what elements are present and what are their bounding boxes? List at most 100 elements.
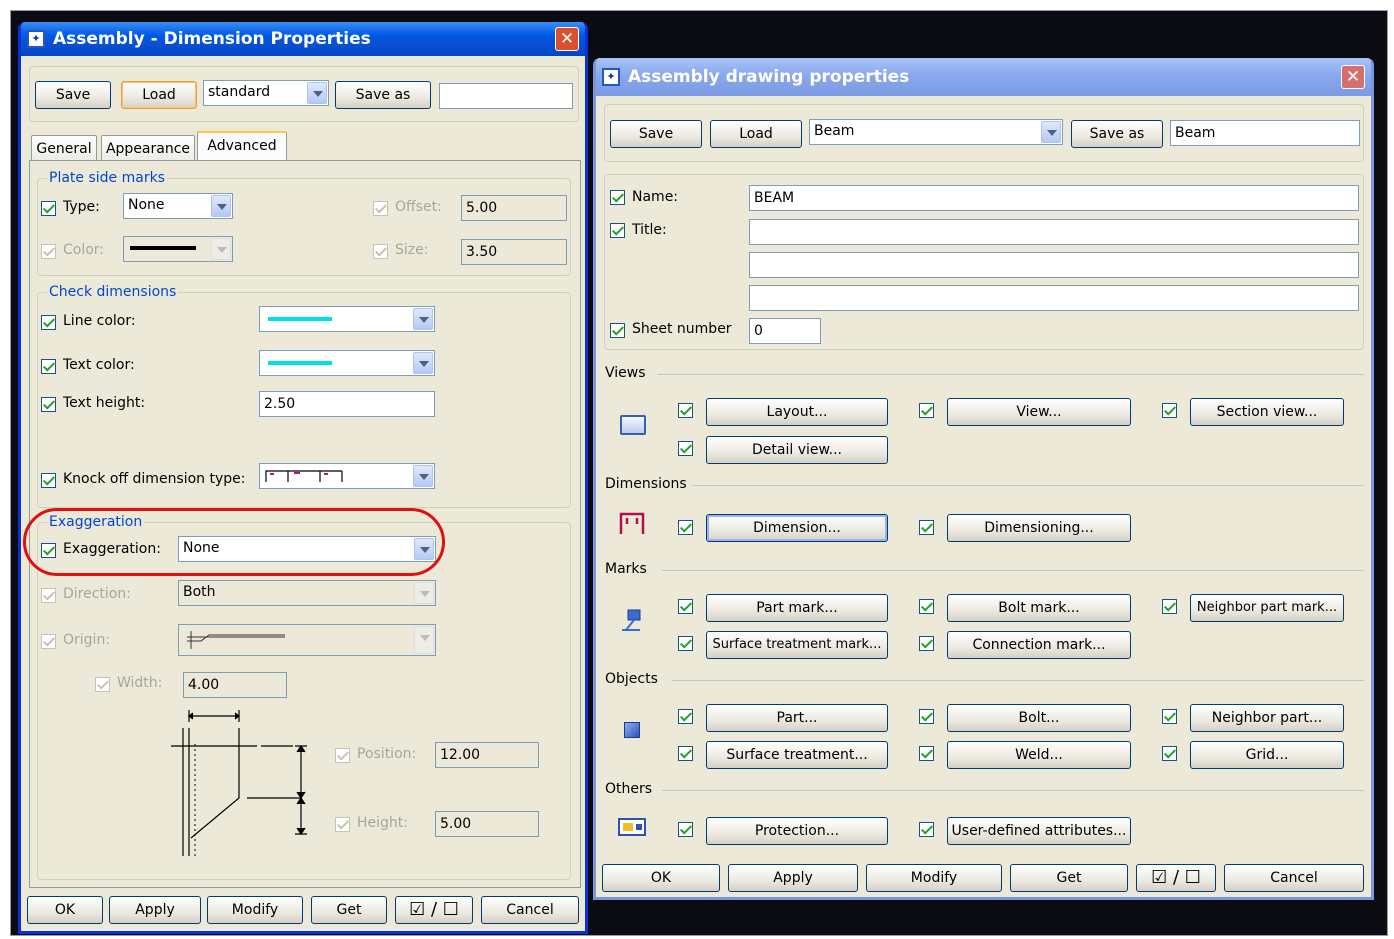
grid-button[interactable]: Grid... xyxy=(1190,741,1344,769)
text-color-checkbox[interactable] xyxy=(41,359,56,374)
direction-dropdown[interactable]: Both xyxy=(178,580,436,606)
tab-appearance[interactable]: Appearance xyxy=(101,135,195,161)
neighbor-part-mark-button[interactable]: Neighbor part mark... xyxy=(1190,594,1344,622)
bolt-button[interactable]: Bolt... xyxy=(947,704,1131,732)
title-input-1[interactable] xyxy=(749,219,1359,245)
modify-button[interactable]: Modify xyxy=(866,864,1002,892)
part-checkbox[interactable] xyxy=(678,709,693,724)
surface-treatment-mark-checkbox[interactable] xyxy=(678,636,693,651)
ok-button[interactable]: OK xyxy=(27,896,103,924)
modify-button[interactable]: Modify xyxy=(207,896,303,924)
get-button[interactable]: Get xyxy=(311,896,387,924)
toggle-checkboxes-button[interactable]: ☑ / ☐ xyxy=(1136,864,1216,892)
user-defined-attributes-checkbox[interactable] xyxy=(919,822,934,837)
offset-checkbox[interactable] xyxy=(373,201,388,216)
save-button[interactable]: Save xyxy=(610,120,702,148)
layout-checkbox[interactable] xyxy=(678,403,693,418)
close-button[interactable]: ✕ xyxy=(1341,65,1365,89)
dimensioning-button[interactable]: Dimensioning... xyxy=(947,514,1131,542)
title-input-2[interactable] xyxy=(749,252,1359,278)
bolt-mark-checkbox[interactable] xyxy=(919,599,934,614)
type-checkbox[interactable] xyxy=(41,201,56,216)
weld-button[interactable]: Weld... xyxy=(947,741,1131,769)
offset-input[interactable]: 5.00 xyxy=(461,195,567,221)
protection-button[interactable]: Protection... xyxy=(706,817,888,845)
surface-treatment-button[interactable]: Surface treatment... xyxy=(706,741,888,769)
origin-checkbox[interactable] xyxy=(41,634,56,649)
protection-checkbox[interactable] xyxy=(678,822,693,837)
dimensioning-checkbox[interactable] xyxy=(919,520,934,535)
part-mark-checkbox[interactable] xyxy=(678,599,693,614)
part-button[interactable]: Part... xyxy=(706,704,888,732)
surface-treatment-checkbox[interactable] xyxy=(678,746,693,761)
dimension-button[interactable]: Dimension... xyxy=(706,514,888,542)
name-checkbox[interactable] xyxy=(610,190,625,205)
type-dropdown[interactable]: None xyxy=(123,193,233,219)
bolt-mark-button[interactable]: Bolt mark... xyxy=(947,594,1131,622)
name-input[interactable]: BEAM xyxy=(749,185,1359,211)
title-bar[interactable]: ✦ Assembly - Dimension Properties ✕ xyxy=(21,22,585,56)
detail-view-checkbox[interactable] xyxy=(678,441,693,456)
origin-dropdown[interactable] xyxy=(178,624,436,656)
color-dropdown[interactable] xyxy=(123,236,233,262)
text-height-checkbox[interactable] xyxy=(41,397,56,412)
tab-general[interactable]: General xyxy=(31,135,97,161)
load-button[interactable]: Load xyxy=(710,120,802,148)
save-as-name-input[interactable]: Beam xyxy=(1170,120,1360,146)
text-height-input[interactable]: 2.50 xyxy=(259,391,435,417)
grid-checkbox[interactable] xyxy=(1162,746,1177,761)
sheet-number-checkbox[interactable] xyxy=(610,323,625,338)
line-color-dropdown[interactable] xyxy=(259,306,435,332)
knock-off-checkbox[interactable] xyxy=(41,473,56,488)
neighbor-part-checkbox[interactable] xyxy=(1162,709,1177,724)
color-checkbox[interactable] xyxy=(41,244,56,259)
detail-view-button[interactable]: Detail view... xyxy=(706,436,888,464)
connection-mark-button[interactable]: Connection mark... xyxy=(947,631,1131,659)
toggle-checkboxes-button[interactable]: ☑ / ☐ xyxy=(395,896,473,924)
get-button[interactable]: Get xyxy=(1010,864,1128,892)
cancel-button[interactable]: Cancel xyxy=(481,896,579,924)
apply-button[interactable]: Apply xyxy=(109,896,201,924)
save-button[interactable]: Save xyxy=(35,81,111,109)
position-checkbox[interactable] xyxy=(335,748,350,763)
title-bar[interactable]: ✦ Assembly drawing properties ✕ xyxy=(596,58,1371,96)
connection-mark-checkbox[interactable] xyxy=(919,636,934,651)
bolt-checkbox[interactable] xyxy=(919,709,934,724)
line-color-checkbox[interactable] xyxy=(41,315,56,330)
section-view-button[interactable]: Section view... xyxy=(1190,398,1344,426)
cancel-button[interactable]: Cancel xyxy=(1224,864,1364,892)
save-as-button[interactable]: Save as xyxy=(335,81,431,109)
height-input[interactable]: 5.00 xyxy=(435,811,539,837)
section-view-checkbox[interactable] xyxy=(1162,403,1177,418)
dimension-checkbox[interactable] xyxy=(678,520,693,535)
title-input-3[interactable] xyxy=(749,285,1359,311)
surface-treatment-mark-button[interactable]: Surface treatment mark... xyxy=(706,631,888,659)
title-checkbox[interactable] xyxy=(610,223,625,238)
save-as-name-input[interactable] xyxy=(439,83,573,109)
width-input[interactable]: 4.00 xyxy=(183,672,287,698)
part-mark-button[interactable]: Part mark... xyxy=(706,594,888,622)
neighbor-part-mark-checkbox[interactable] xyxy=(1162,599,1177,614)
weld-checkbox[interactable] xyxy=(919,746,934,761)
apply-button[interactable]: Apply xyxy=(728,864,858,892)
close-button[interactable]: ✕ xyxy=(555,27,579,51)
preset-dropdown[interactable]: standard xyxy=(203,80,329,106)
tab-advanced[interactable]: Advanced xyxy=(197,131,287,161)
user-defined-attributes-button[interactable]: User-defined attributes... xyxy=(947,817,1131,845)
neighbor-part-button[interactable]: Neighbor part... xyxy=(1190,704,1344,732)
load-button[interactable]: Load xyxy=(121,81,197,109)
sheet-number-input[interactable]: 0 xyxy=(749,318,821,344)
position-input[interactable]: 12.00 xyxy=(435,742,539,768)
text-color-dropdown[interactable] xyxy=(259,350,435,376)
ok-button[interactable]: OK xyxy=(602,864,720,892)
size-checkbox[interactable] xyxy=(373,244,388,259)
preset-dropdown[interactable]: Beam xyxy=(809,119,1063,145)
height-checkbox[interactable] xyxy=(335,817,350,832)
knock-off-type-dropdown[interactable] xyxy=(259,463,435,489)
save-as-button[interactable]: Save as xyxy=(1071,120,1163,148)
direction-checkbox[interactable] xyxy=(41,588,56,603)
view-checkbox[interactable] xyxy=(919,403,934,418)
size-input[interactable]: 3.50 xyxy=(461,239,567,265)
layout-button[interactable]: Layout... xyxy=(706,398,888,426)
view-button[interactable]: View... xyxy=(947,398,1131,426)
